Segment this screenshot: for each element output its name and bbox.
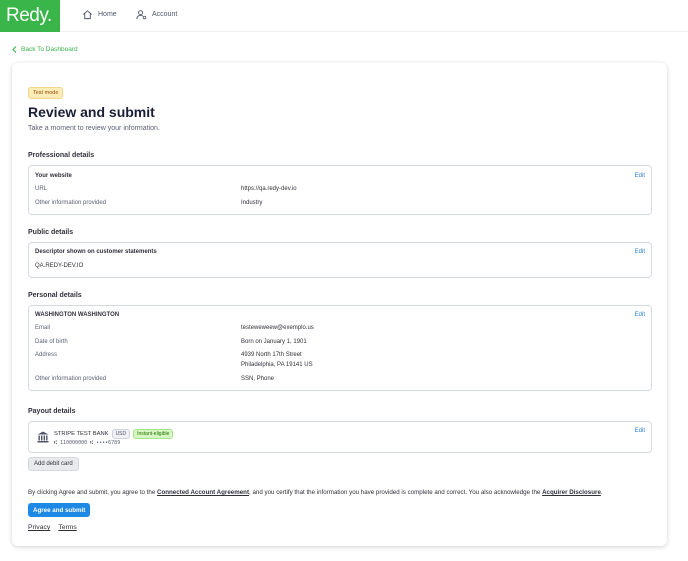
agreement-text: By clicking Agree and submit, you agree … [28, 489, 658, 496]
page-title: Review and submit [28, 104, 155, 120]
top-nav: Redy. Home Account [0, 0, 688, 32]
email-label: Email [35, 325, 51, 331]
personal-details-title: Personal details [28, 292, 82, 299]
nav-home-label: Home [98, 11, 117, 18]
add-debit-card-button[interactable]: Add debit card [28, 457, 79, 471]
edit-payout-button[interactable]: Edit [635, 428, 645, 434]
descriptor-heading: Descriptor shown on customer statements [35, 249, 157, 255]
public-details-box: Descriptor shown on customer statements … [28, 242, 652, 278]
edit-professional-button[interactable]: Edit [635, 173, 645, 179]
review-card: Test mode Review and submit Take a momen… [12, 63, 667, 546]
person-name-heading: WASHINGTON WASHINGTON [35, 312, 120, 318]
nav-account[interactable]: Account [136, 9, 177, 20]
test-mode-badge: Test mode [28, 87, 64, 99]
personal-details-box: WASHINGTON WASHINGTON Edit Email testewe… [28, 305, 652, 391]
chevron-left-icon [12, 46, 17, 53]
website-heading: Your website [35, 173, 72, 179]
edit-public-button[interactable]: Edit [635, 249, 645, 255]
professional-other-value: Industry [241, 200, 263, 206]
connected-account-agreement-link[interactable]: Connected Account Agreement [157, 489, 249, 496]
professional-details-box: Your website Edit URL https://qa.redy-de… [28, 165, 652, 215]
payout-details-box: STRIPE TEST BANK USD Instant-eligible ⑆ … [28, 421, 652, 453]
public-details-title: Public details [28, 229, 74, 236]
edit-personal-button[interactable]: Edit [635, 312, 645, 318]
legal-part3: . [600, 489, 603, 496]
professional-other-label: Other information provided [35, 200, 107, 206]
currency-badge: USD [111, 429, 131, 439]
url-label: URL [35, 186, 48, 192]
bank-name-row: STRIPE TEST BANK USD Instant-eligible [54, 429, 174, 439]
legal-part2: , and you certify that the information y… [249, 489, 543, 496]
bank-icon [37, 431, 49, 443]
professional-details-title: Professional details [28, 152, 95, 159]
address-line1: 4939 North 17th Street [241, 352, 302, 358]
acquirer-disclosure-link[interactable]: Acquirer Disclosure [542, 489, 601, 496]
footer-links: Privacy Terms [28, 524, 77, 531]
privacy-link[interactable]: Privacy [28, 524, 50, 531]
back-to-dashboard-link[interactable]: Back To Dashboard [12, 46, 78, 53]
user-gear-icon [136, 10, 147, 20]
terms-link[interactable]: Terms [58, 524, 77, 531]
payout-details-title: Payout details [28, 408, 76, 415]
address-label: Address [35, 352, 58, 358]
page-subtitle: Take a moment to review your information… [28, 125, 160, 132]
bank-name: STRIPE TEST BANK [54, 431, 109, 437]
nav-home[interactable]: Home [82, 9, 117, 20]
email-value: testeweweew@exemplo.us [241, 325, 314, 331]
legal-part1: By clicking Agree and submit, you agree … [28, 489, 157, 496]
personal-other-label: Other information provided [35, 376, 107, 382]
url-value: https://qa.redy-dev.io [241, 186, 297, 192]
home-icon [83, 10, 92, 20]
dob-value: Born on January 1, 1901 [241, 339, 307, 345]
redy-logo[interactable]: Redy. [0, 0, 60, 32]
back-link-label: Back To Dashboard [21, 46, 78, 53]
bank-account-number: ⑆ 110000000 ⑆ ••••6789 [54, 440, 121, 446]
descriptor-value: QA.REDY-DEV.IO [35, 263, 84, 269]
agree-and-submit-button[interactable]: Agree and submit [28, 503, 91, 517]
instant-eligible-badge: Instant-eligible [133, 429, 174, 439]
address-line2: Philadelphia, PA 19141 US [241, 362, 313, 368]
personal-other-value: SSN, Phone [241, 376, 275, 382]
nav-account-label: Account [152, 11, 178, 18]
dob-label: Date of birth [35, 339, 68, 345]
